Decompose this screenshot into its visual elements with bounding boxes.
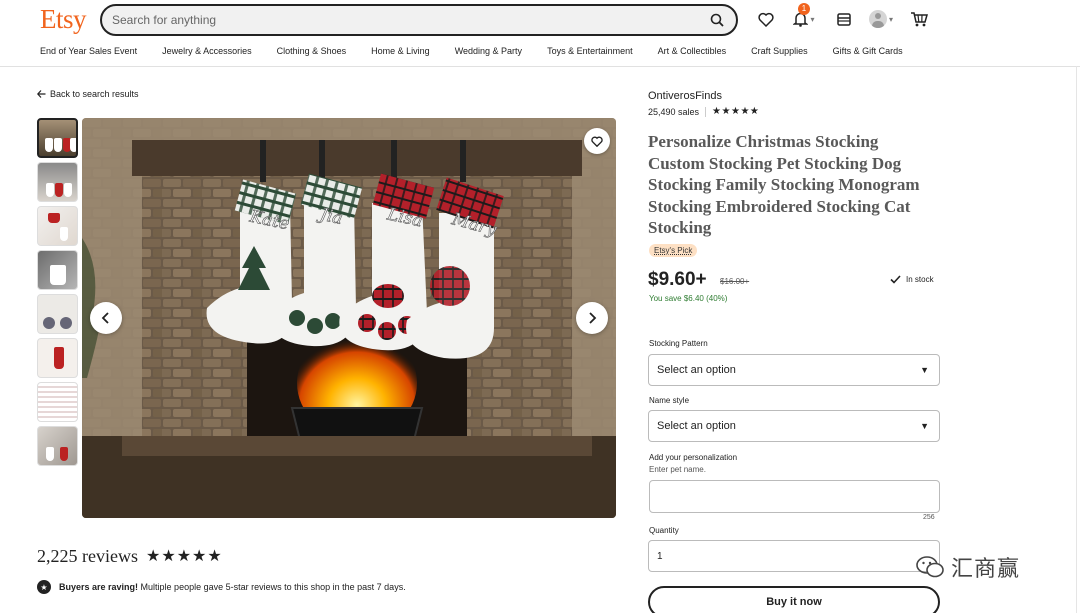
checkmark-icon <box>890 275 901 284</box>
search-input[interactable]: Search for anything <box>112 13 708 27</box>
chevron-right-icon <box>589 312 597 324</box>
chevron-down-icon: ▾ <box>888 14 893 24</box>
avatar[interactable] <box>868 10 887 28</box>
category-link[interactable]: Craft Supplies <box>751 46 808 56</box>
category-link[interactable]: Toys & Entertainment <box>547 46 633 56</box>
select-value: Select an option <box>657 364 736 376</box>
notifications-bell-icon[interactable]: 1 ▾ <box>789 3 819 30</box>
personalization-label: Add your personalization <box>649 453 738 462</box>
thumbnail-image[interactable] <box>37 382 78 422</box>
name-style-label: Name style <box>649 396 690 405</box>
category-link[interactable]: Clothing & Shoes <box>277 46 347 56</box>
stock-label: In stock <box>906 275 934 284</box>
product-main-image[interactable]: Kate Jia Lisa Mary <box>82 118 616 518</box>
dropdown-caret-icon: ▼ <box>920 421 929 431</box>
etsys-pick-badge[interactable]: Etsy's Pick <box>649 244 698 257</box>
thumbnail-image[interactable] <box>37 294 78 334</box>
quantity-input[interactable]: 1 <box>648 540 940 572</box>
buyers-raving-banner: ★ Buyers are raving! Multiple people gav… <box>37 580 406 594</box>
thumbnail-image[interactable] <box>37 426 78 466</box>
header-divider <box>0 66 1080 67</box>
cart-icon[interactable] <box>908 8 930 30</box>
shop-name-link[interactable]: OntiverosFinds <box>648 90 722 102</box>
dropdown-caret-icon: ▼ <box>920 365 929 375</box>
category-nav: End of Year Sales Event Jewelry & Access… <box>40 46 1080 56</box>
personalization-textarea[interactable] <box>649 480 940 513</box>
original-price: $16.00+ <box>720 277 750 286</box>
shop-manager-icon[interactable] <box>833 8 855 30</box>
shop-sales-row: 25,490 sales ★★★★★ <box>648 106 759 117</box>
chevron-left-icon <box>101 312 109 324</box>
current-price: $9.60+ <box>648 269 707 290</box>
thumbnail-image[interactable] <box>37 338 78 378</box>
thumbnail-strip <box>37 118 78 470</box>
shop-star-rating: ★★★★★ <box>712 106 760 117</box>
search-bar[interactable]: Search for anything <box>100 4 738 36</box>
category-link[interactable]: End of Year Sales Event <box>40 46 137 56</box>
stocking-pattern-label: Stocking Pattern <box>649 339 708 348</box>
next-image-button[interactable] <box>576 302 608 334</box>
thumbnail-image[interactable] <box>37 162 78 202</box>
stock-status: In stock <box>890 275 934 284</box>
wechat-icon <box>916 556 944 578</box>
quantity-label: Quantity <box>649 526 679 535</box>
reviews-count: 2,225 reviews <box>37 546 138 566</box>
raving-text: Multiple people gave 5-star reviews to t… <box>138 582 406 592</box>
quantity-value: 1 <box>657 550 663 562</box>
watermark-text: 汇商赢 <box>951 556 1021 581</box>
category-link[interactable]: Art & Collectibles <box>658 46 727 56</box>
arrow-left-icon <box>37 90 46 98</box>
name-style-select[interactable]: Select an option ▼ <box>648 410 940 442</box>
stocking-pattern-select[interactable]: Select an option ▼ <box>648 354 940 386</box>
reviews-star-rating: ★★★★★ <box>146 548 223 565</box>
favorites-heart-icon[interactable] <box>755 8 777 30</box>
fireplace-stockings-illustration: Kate Jia Lisa Mary <box>82 118 616 518</box>
previous-image-button[interactable] <box>90 302 122 334</box>
raving-bold: Buyers are raving! <box>59 582 139 592</box>
etsy-logo[interactable]: Etsy <box>40 4 87 35</box>
account-menu[interactable]: ▾ <box>865 8 897 30</box>
thumbnail-image[interactable] <box>37 118 78 158</box>
sales-count: 25,490 sales <box>648 106 700 117</box>
select-value: Select an option <box>657 420 736 432</box>
buy-it-now-button[interactable]: Buy it now <box>648 586 940 613</box>
page-edge-divider <box>1076 66 1077 613</box>
notification-badge: 1 <box>798 3 810 15</box>
wechat-watermark: 汇商赢 <box>915 551 1020 583</box>
thumbnail-image[interactable] <box>37 206 78 246</box>
thumbnail-image[interactable] <box>37 250 78 290</box>
category-link[interactable]: Gifts & Gift Cards <box>833 46 903 56</box>
category-link[interactable]: Jewelry & Accessories <box>162 46 252 56</box>
megaphone-icon: ★ <box>37 580 51 594</box>
category-link[interactable]: Home & Living <box>371 46 430 56</box>
search-icon[interactable] <box>708 11 726 29</box>
listing-title: Personalize Christmas Stocking Custom St… <box>648 132 920 238</box>
savings-text: You save $6.40 (40%) <box>649 294 728 303</box>
back-label: Back to search results <box>50 89 139 99</box>
character-counter: 256 <box>923 514 935 521</box>
category-link[interactable]: Wedding & Party <box>455 46 522 56</box>
favorite-heart-icon[interactable] <box>584 128 610 154</box>
back-to-search-link[interactable]: Back to search results <box>37 89 139 99</box>
chevron-down-icon: ▾ <box>810 14 815 24</box>
personalization-hint: Enter pet name. <box>649 465 706 474</box>
